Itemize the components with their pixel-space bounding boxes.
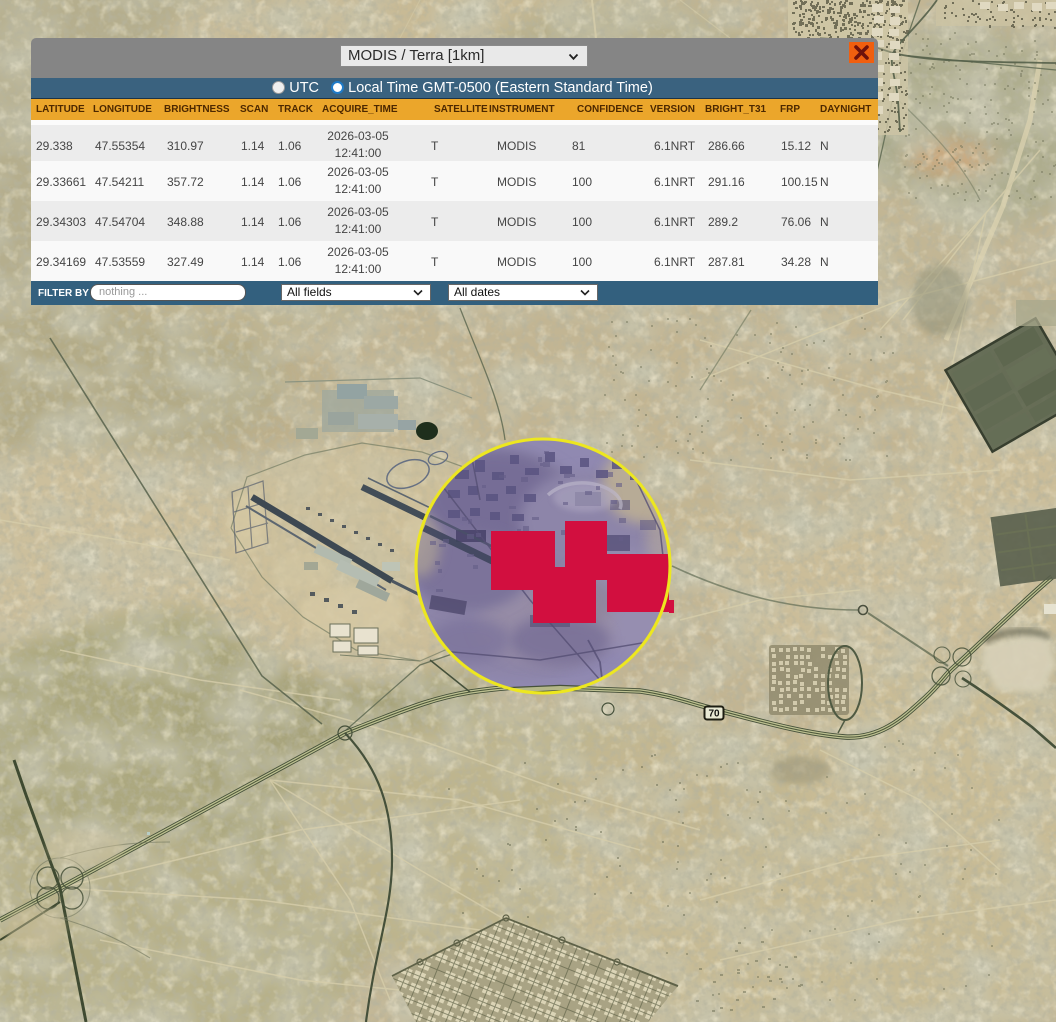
svg-text:70: 70 [708, 709, 720, 720]
